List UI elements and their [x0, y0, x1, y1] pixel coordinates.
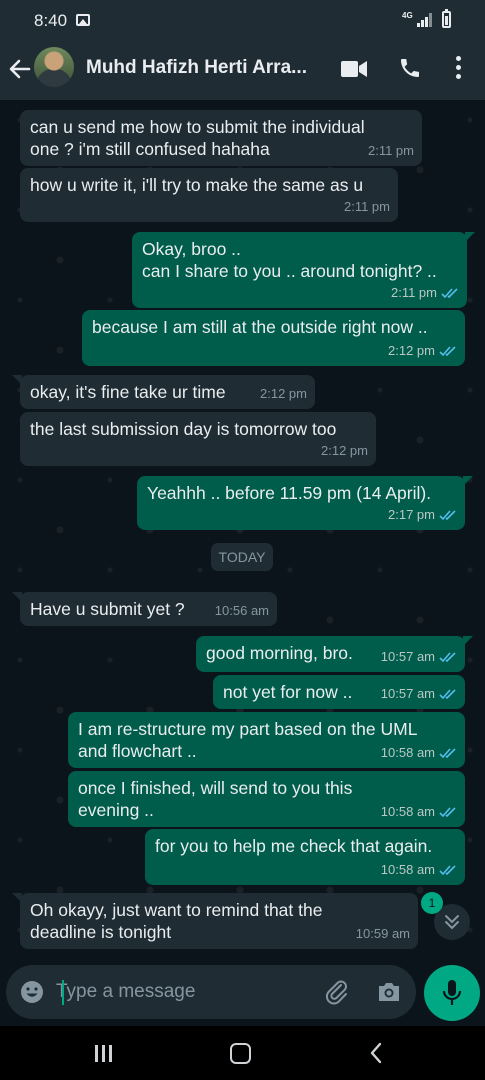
more-options-icon[interactable]	[456, 56, 462, 82]
read-double-tick-icon	[441, 287, 458, 298]
contact-avatar[interactable]	[34, 47, 74, 87]
message-bubble-incoming[interactable]: okay, it's fine take ur time 2:12 pm	[12, 375, 315, 409]
system-back-icon[interactable]	[368, 1042, 384, 1064]
message-text: once I finished, will send to you this	[78, 778, 353, 798]
message-input[interactable]	[56, 977, 306, 1007]
voice-message-button[interactable]	[424, 965, 480, 1021]
system-navigation-bar	[0, 1026, 485, 1080]
read-double-tick-icon	[439, 864, 456, 875]
message-time: 10:58 am	[380, 862, 435, 877]
home-icon[interactable]	[230, 1043, 251, 1064]
composer-bar	[0, 960, 485, 1026]
message-time: 10:59 am	[355, 926, 410, 941]
message-text: can u send me how to submit the individu…	[30, 117, 365, 137]
message-time: 2:12 pm	[260, 386, 307, 401]
message-time: 2:11 pm	[343, 199, 390, 214]
message-bubble-outgoing[interactable]: not yet for now .. 10:57 am	[213, 675, 465, 709]
message-time: 2:17 pm	[388, 507, 435, 522]
message-time: 10:57 am	[380, 686, 435, 701]
message-time: 2:12 pm	[388, 343, 435, 358]
read-double-tick-icon	[439, 747, 456, 758]
message-list[interactable]: can u send me how to submit the individu…	[0, 100, 485, 960]
status-time: 8:40	[34, 11, 68, 30]
recent-apps-icon[interactable]	[93, 1045, 115, 1063]
read-double-tick-icon	[439, 688, 456, 699]
message-bubble-outgoing[interactable]: I am re-structure my part based on the U…	[68, 712, 465, 768]
message-time: 10:58 am	[380, 804, 435, 819]
message-text: and flowchart ..	[78, 741, 197, 761]
message-text: for you to help me check that again.	[155, 836, 433, 856]
message-time: 10:57 am	[380, 649, 435, 664]
signal-icon	[417, 13, 433, 27]
read-double-tick-icon	[439, 651, 456, 662]
message-text: Oh okayy, just want to remind that the	[30, 900, 323, 920]
message-bubble-incoming[interactable]: the last submission day is tomorrow too …	[20, 412, 376, 466]
message-time: 2:12 pm	[321, 443, 368, 458]
gallery-notification-icon	[76, 14, 90, 26]
message-text: can I share to you .. around tonight? ..	[142, 261, 437, 281]
chat-header: Muhd Hafizh Herti Arra...	[0, 40, 485, 100]
message-text: good morning, bro.	[206, 643, 353, 663]
camera-icon[interactable]	[376, 980, 402, 1004]
message-text: Have u submit yet ?	[30, 599, 185, 619]
read-double-tick-icon	[439, 345, 456, 356]
message-text: deadline is tonight	[30, 922, 172, 942]
message-text: the last submission day is tomorrow too	[30, 419, 337, 439]
network-type: 4G	[402, 11, 413, 20]
message-time: 10:58 am	[380, 745, 435, 760]
message-bubble-incoming[interactable]: Oh okayy, just want to remind that the d…	[12, 893, 418, 949]
message-bubble-outgoing[interactable]: because I am still at the outside right …	[82, 310, 465, 366]
microphone-icon	[442, 980, 462, 1005]
message-time: 2:11 pm	[367, 143, 414, 158]
attachment-paperclip-icon[interactable]	[324, 979, 350, 1005]
message-bubble-outgoing[interactable]: Yeahhh .. before 11.59 pm (14 April). 2:…	[137, 476, 473, 530]
message-text: Okay, broo ..	[142, 239, 241, 259]
message-input-box	[6, 965, 416, 1019]
voice-call-icon[interactable]	[398, 56, 422, 80]
message-text: because I am still at the outside right …	[92, 317, 428, 337]
message-bubble-incoming[interactable]: how u write it, i'll try to make the sam…	[20, 168, 398, 222]
message-text: okay, it's fine take ur time	[30, 382, 226, 402]
message-bubble-outgoing[interactable]: good morning, bro. 10:57 am	[196, 636, 473, 672]
message-bubble-outgoing[interactable]: for you to help me check that again. 10:…	[145, 829, 465, 885]
emoji-icon[interactable]	[20, 980, 44, 1004]
read-double-tick-icon	[439, 509, 456, 520]
date-divider: TODAY	[211, 543, 273, 571]
message-bubble-outgoing[interactable]: Okay, broo .. can I share to you .. arou…	[132, 232, 475, 308]
unread-count-badge: 1	[421, 892, 443, 914]
video-call-icon[interactable]	[341, 61, 367, 77]
message-text: one ? i'm still confused hahaha	[30, 139, 270, 159]
message-text: not yet for now ..	[223, 682, 353, 702]
battery-icon	[442, 9, 451, 28]
message-text: I am re-structure my part based on the U…	[78, 719, 418, 739]
message-bubble-incoming[interactable]: can u send me how to submit the individu…	[20, 110, 422, 166]
contact-name[interactable]: Muhd Hafizh Herti Arra...	[86, 57, 307, 79]
message-text: evening ..	[78, 800, 154, 820]
message-time: 2:11 pm	[390, 285, 437, 300]
message-text: Yeahhh .. before 11.59 pm (14 April).	[147, 483, 432, 503]
message-text: how u write it, i'll try to make the sam…	[30, 175, 364, 195]
status-bar: 8:40 4G	[0, 0, 485, 40]
message-time: 10:56 am	[214, 603, 269, 618]
text-caret	[62, 980, 64, 1005]
message-bubble-outgoing[interactable]: once I finished, will send to you this e…	[68, 771, 465, 827]
message-bubble-incoming[interactable]: Have u submit yet ? 10:56 am	[12, 592, 277, 626]
back-arrow-icon[interactable]	[7, 56, 33, 82]
read-double-tick-icon	[439, 806, 456, 817]
